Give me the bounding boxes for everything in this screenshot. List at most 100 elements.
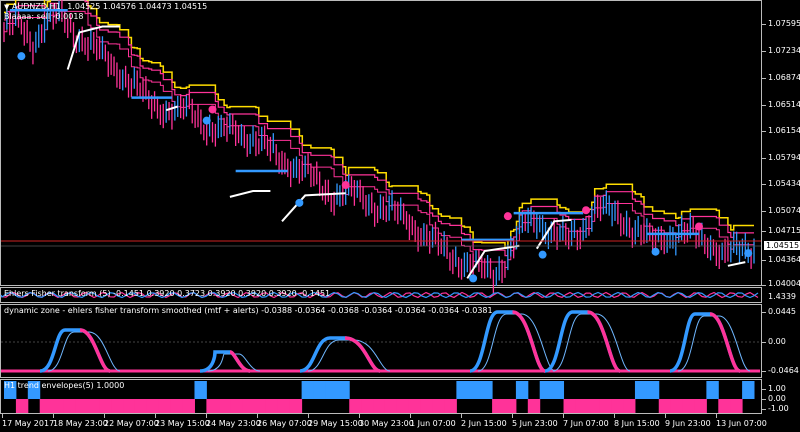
date-label: 26 May 07:00 <box>257 419 312 428</box>
signal-dot <box>469 274 478 283</box>
fisher-transform-title: Ehlers Fisher transform (5) -0.1451 0.39… <box>4 289 331 298</box>
date-tick <box>614 414 615 418</box>
trend-bar-down <box>527 399 541 413</box>
trend-bar-up <box>646 381 660 399</box>
trend-bar-up <box>539 381 553 399</box>
trend-bar-down <box>134 399 148 413</box>
trend-bar-down <box>658 399 672 413</box>
trend-bar-down <box>39 399 53 413</box>
trend-bar-up <box>301 381 315 399</box>
trend-bar-down <box>599 399 612 413</box>
trend-bar-up <box>194 381 207 399</box>
trend-bar-up <box>551 381 565 399</box>
trend-bar-down <box>504 399 517 413</box>
trend-bar-up <box>337 381 350 399</box>
trend-bar-up <box>634 381 648 399</box>
trend-bar-down <box>242 399 255 413</box>
signal-curve <box>727 261 746 267</box>
trend-bar-down <box>87 399 100 413</box>
price-label: 1.05794 <box>768 153 800 162</box>
zone-main-line <box>39 328 111 373</box>
trend-bar-down <box>682 399 695 413</box>
price-label: 1.07595 <box>768 19 800 28</box>
trend-bar-down <box>158 399 172 413</box>
upper-yellow-band <box>4 0 754 249</box>
trend-bar-down <box>146 399 160 413</box>
date-tick <box>512 414 513 418</box>
trend-bar-up <box>468 381 481 399</box>
trend-bar-down <box>123 399 136 413</box>
chart-drawing <box>0 0 761 413</box>
trend-bar-down <box>361 399 374 413</box>
current-price-badge: 1.04515 <box>764 241 800 250</box>
signal-dot <box>202 116 211 125</box>
date-label: 30 May 23:00 <box>359 419 414 428</box>
trend-bar-down <box>563 399 576 413</box>
date-tick <box>563 414 564 418</box>
trend-bar-down <box>182 399 195 413</box>
trend-bar-down <box>277 399 291 413</box>
trend-bar-down <box>349 399 362 413</box>
signal-dot <box>17 52 26 61</box>
trend-bar-down <box>492 399 505 413</box>
trend-bar-up <box>480 381 493 399</box>
price-label: 1.04715 <box>768 226 800 235</box>
date-tick <box>359 414 360 418</box>
trend-bar-down <box>289 399 303 413</box>
date-tick <box>308 414 309 418</box>
trend-bar-down <box>99 399 112 413</box>
trend-bar-down <box>420 399 434 413</box>
trend-bar-down <box>265 399 279 413</box>
zone-down-line <box>344 336 381 373</box>
chart-header: ▼ AUDNZD,H1 1.04525 1.04576 1.04473 1.04… <box>4 2 207 11</box>
trend-bar-up <box>742 381 755 399</box>
trend-bar-down <box>51 399 65 413</box>
ohlc-values: 1.04525 1.04576 1.04473 1.04515 <box>67 2 208 11</box>
date-label: 22 May 07:00 <box>104 419 159 428</box>
trend-bar-down <box>384 399 398 413</box>
dynamic-zone-title: dynamic zone - ehlers fisher transform s… <box>4 306 493 315</box>
signal-curve <box>229 190 271 198</box>
date-label: 2 Jun 15:00 <box>461 419 507 428</box>
zone-scale-label: -0.0464 <box>768 366 799 375</box>
signal-dot <box>538 250 547 259</box>
price-label: 1.05074 <box>768 206 800 215</box>
dropdown-triangle-icon[interactable]: ▼ <box>4 3 9 11</box>
price-label: 1.07234 <box>768 46 800 55</box>
price-label: 1.04364 <box>768 255 800 264</box>
trend-bar-down <box>75 399 88 413</box>
trend-bar-down <box>670 399 684 413</box>
date-label: 13 Jun 07:00 <box>716 419 767 428</box>
date-label: 29 May 15:00 <box>308 419 363 428</box>
date-tick <box>665 414 666 418</box>
trend-scale-label: -1.00 <box>768 404 789 413</box>
date-label: 8 Jun 15:00 <box>614 419 660 428</box>
trend-bar-down <box>111 399 124 413</box>
zone-down-line <box>79 328 111 373</box>
signal-dot <box>744 249 753 258</box>
date-label: 5 Jun 23:00 <box>512 419 558 428</box>
zone-scale-label: 0.00 <box>768 337 786 346</box>
signal-dot <box>651 247 660 256</box>
trend-scale-label: 0.00 <box>768 394 786 403</box>
signal-dot <box>208 105 217 114</box>
price-scale[interactable]: 1.07595 1.07234 1.06874 1.06514 1.06154 … <box>762 0 800 432</box>
date-tick <box>155 414 156 418</box>
trend-bar-up <box>456 381 469 399</box>
date-tick <box>257 414 258 418</box>
date-tick <box>2 414 3 418</box>
date-label: 24 May 23:00 <box>206 419 261 428</box>
signal-dot <box>295 198 304 207</box>
price-label: 1.06874 <box>768 73 800 82</box>
signal-dot <box>503 212 512 221</box>
signal-dot <box>582 206 591 215</box>
trend-bar-down <box>611 399 624 413</box>
fisher-scale-label: 1.4339 <box>768 292 796 301</box>
date-label: 17 May 2017 <box>2 419 55 428</box>
trend-bar-down <box>623 399 636 413</box>
date-tick <box>104 414 105 418</box>
date-label: 18 May 23:00 <box>53 419 108 428</box>
trend-bar-down <box>218 399 231 413</box>
date-tick <box>461 414 462 418</box>
signal-subtitle: Blaaaa: sell -0.0018 <box>4 12 84 21</box>
